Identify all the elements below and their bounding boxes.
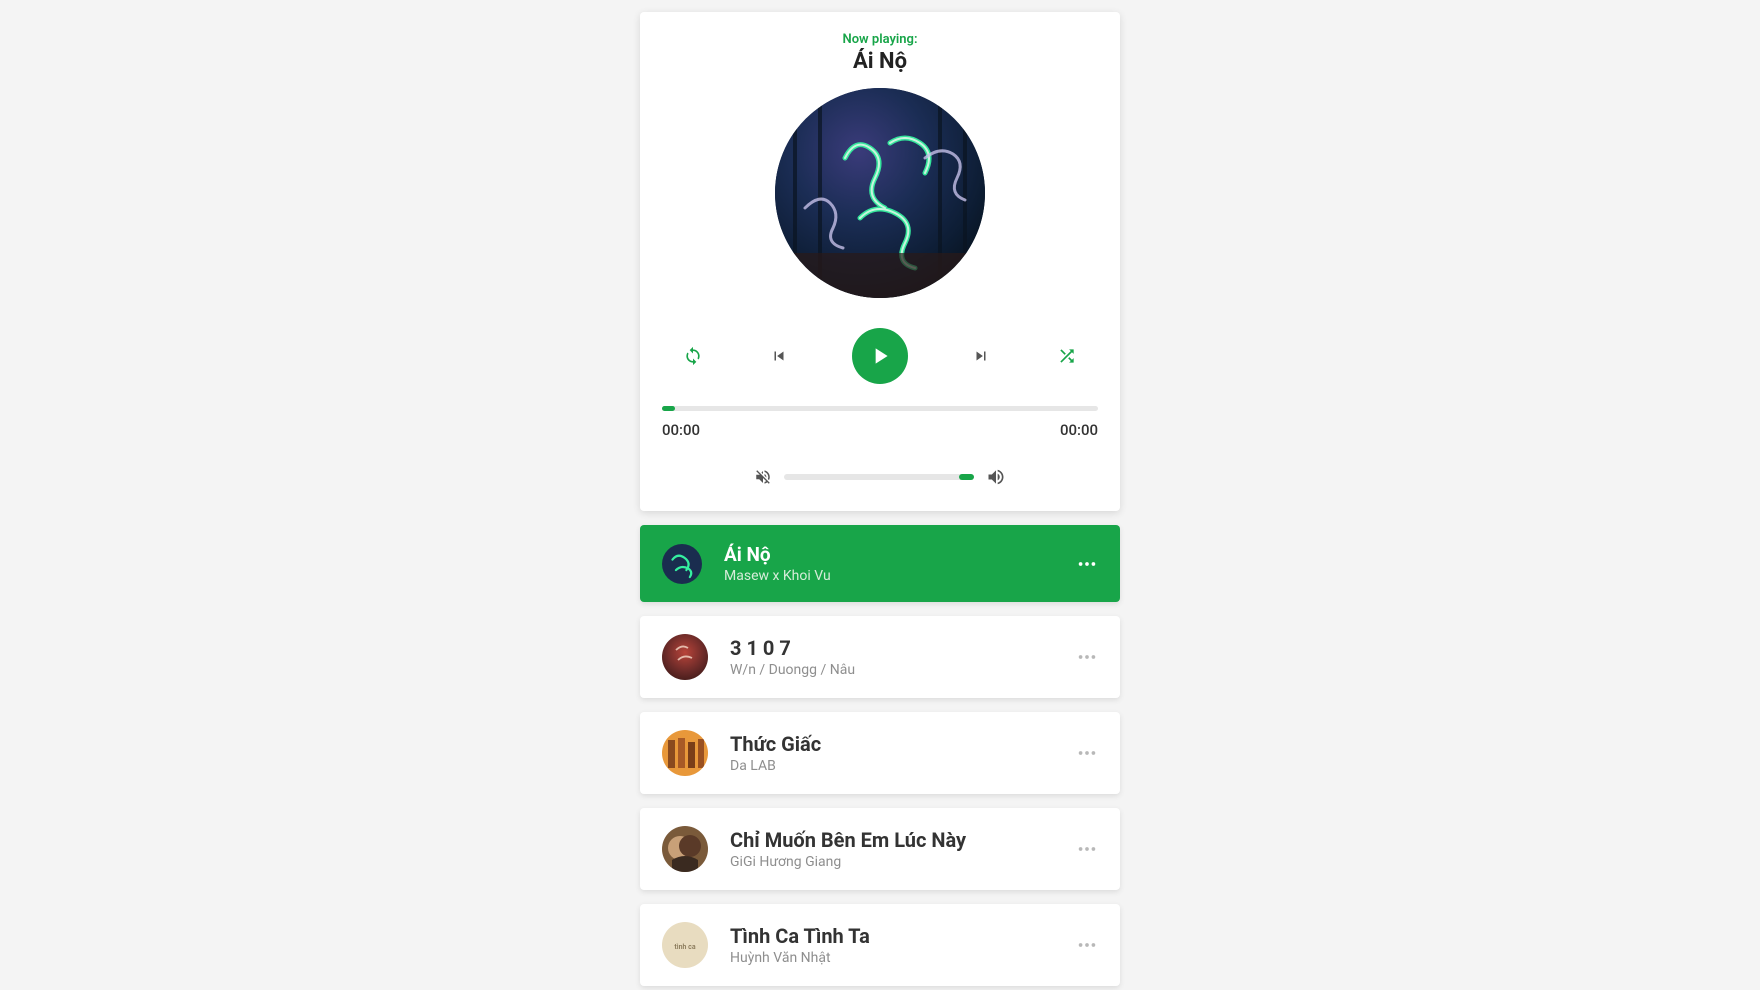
shuffle-button[interactable] (1054, 343, 1080, 369)
song-artist: Masew x Khoi Vu (724, 568, 1054, 584)
skip-next-icon (972, 347, 990, 365)
volume-up-icon[interactable] (986, 467, 1006, 487)
song-artist: W/n / Duongg / Nâu (730, 662, 1054, 678)
song-artist: Da LAB (730, 758, 1054, 774)
skip-previous-icon (770, 347, 788, 365)
song-artist: GiGi Hương Giang (730, 854, 1054, 870)
song-thumb: tình ca (662, 922, 708, 968)
album-art (775, 88, 985, 298)
song-menu-button[interactable] (1076, 553, 1098, 575)
playlist: Ái Nộ Masew x Khoi Vu 3 1 0 7 W/n / Duon… (640, 525, 1120, 986)
song-item-4[interactable]: tình ca Tình Ca Tình Ta Huỳnh Văn Nhật (640, 904, 1120, 986)
song-title: Thức Giấc (730, 732, 1054, 756)
ellipsis-icon (1076, 553, 1098, 575)
player-controls (660, 328, 1100, 384)
time-total: 00:00 (1060, 421, 1098, 439)
time-current: 00:00 (662, 421, 700, 439)
repeat-icon (683, 346, 703, 366)
now-playing-title: Ái Nộ (660, 49, 1100, 74)
song-info: Tình Ca Tình Ta Huỳnh Văn Nhật (730, 924, 1054, 966)
svg-text:tình ca: tình ca (674, 943, 695, 951)
ellipsis-icon (1076, 646, 1098, 668)
song-artist: Huỳnh Văn Nhật (730, 950, 1054, 966)
play-button[interactable] (852, 328, 908, 384)
song-info: Ái Nộ Masew x Khoi Vu (724, 543, 1054, 584)
song-info: 3 1 0 7 W/n / Duongg / Nâu (730, 636, 1054, 678)
volume-mute-icon[interactable] (754, 468, 772, 486)
volume-bar[interactable] (784, 474, 974, 480)
play-icon (867, 343, 893, 369)
album-art-image (775, 88, 985, 298)
song-menu-button[interactable] (1076, 934, 1098, 956)
song-title: 3 1 0 7 (730, 636, 1054, 660)
song-menu-button[interactable] (1076, 646, 1098, 668)
song-title: Chỉ Muốn Bên Em Lúc Này (730, 828, 1054, 852)
next-button[interactable] (968, 343, 994, 369)
volume-fill (959, 474, 974, 480)
song-menu-button[interactable] (1076, 838, 1098, 860)
song-thumb (662, 544, 702, 584)
song-thumb (662, 634, 708, 680)
progress-bar[interactable] (662, 406, 1098, 411)
progress-section: 00:00 00:00 (660, 406, 1100, 439)
volume-section (660, 467, 1100, 487)
repeat-button[interactable] (680, 343, 706, 369)
song-thumb (662, 730, 708, 776)
player-card: Now playing: Ái Nộ (640, 12, 1120, 511)
app-root: Now playing: Ái Nộ (0, 0, 1760, 986)
ellipsis-icon (1076, 934, 1098, 956)
song-menu-button[interactable] (1076, 742, 1098, 764)
time-row: 00:00 00:00 (662, 421, 1098, 439)
song-title: Ái Nộ (724, 543, 1054, 566)
song-info: Thức Giấc Da LAB (730, 732, 1054, 774)
ellipsis-icon (1076, 838, 1098, 860)
shuffle-icon (1057, 346, 1077, 366)
song-title: Tình Ca Tình Ta (730, 924, 1054, 948)
song-item-1[interactable]: 3 1 0 7 W/n / Duongg / Nâu (640, 616, 1120, 698)
song-thumb (662, 826, 708, 872)
progress-fill (662, 406, 675, 411)
ellipsis-icon (1076, 742, 1098, 764)
song-item-2[interactable]: Thức Giấc Da LAB (640, 712, 1120, 794)
previous-button[interactable] (766, 343, 792, 369)
now-playing-label: Now playing: (660, 32, 1100, 47)
song-item-3[interactable]: Chỉ Muốn Bên Em Lúc Này GiGi Hương Giang (640, 808, 1120, 890)
song-info: Chỉ Muốn Bên Em Lúc Này GiGi Hương Giang (730, 828, 1054, 870)
song-item-0[interactable]: Ái Nộ Masew x Khoi Vu (640, 525, 1120, 602)
